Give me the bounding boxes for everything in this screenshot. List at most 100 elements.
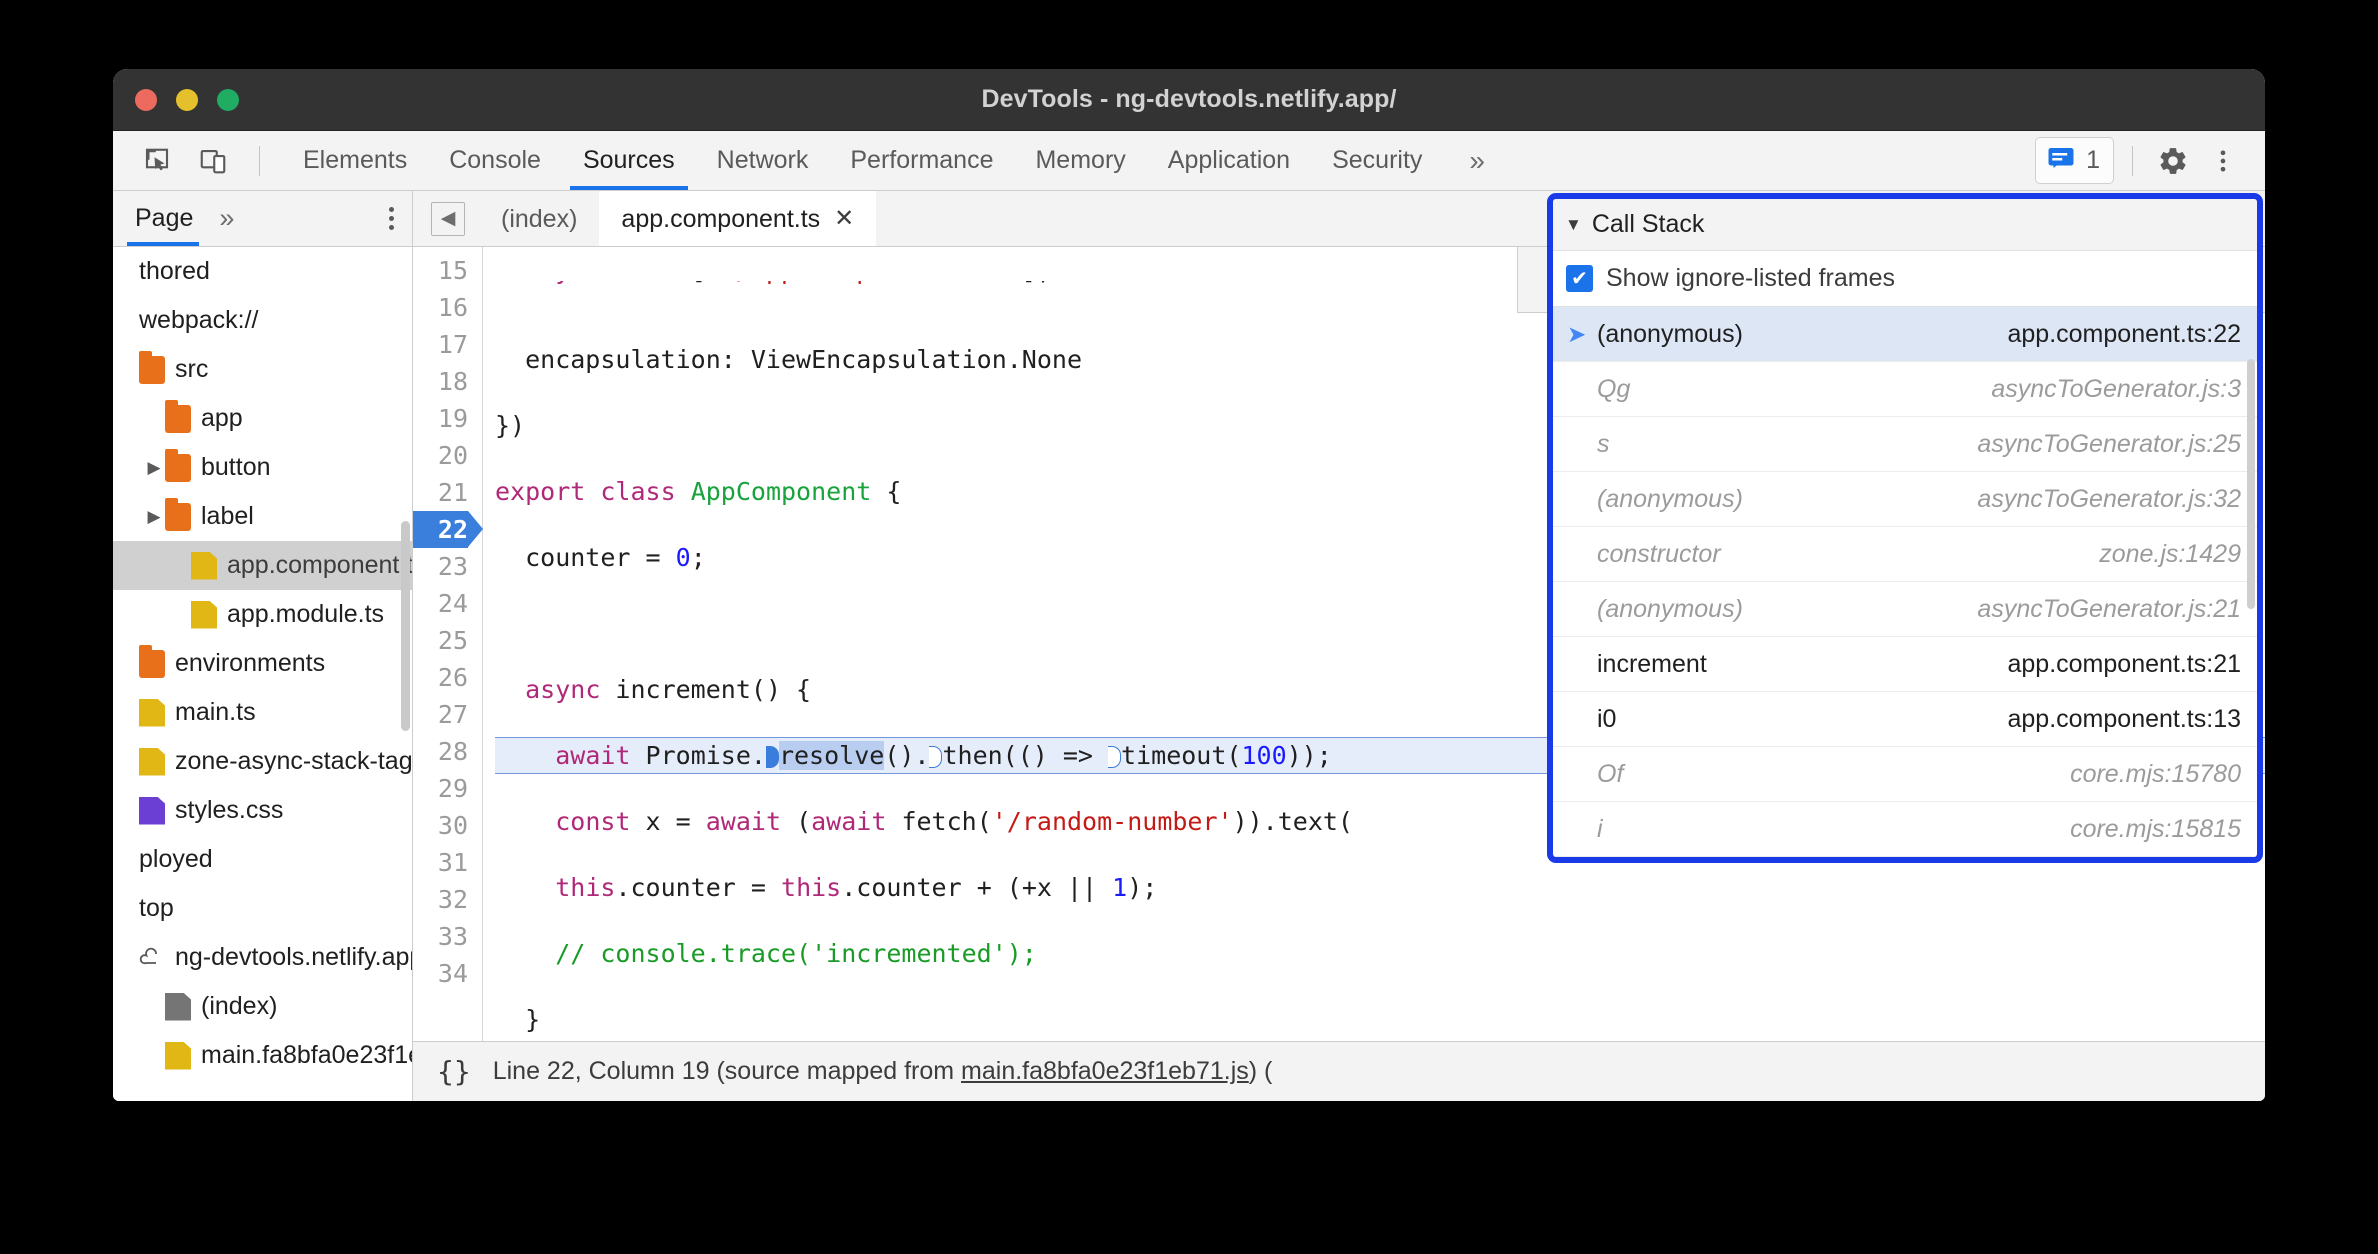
nav-tab-page[interactable]: Page xyxy=(113,191,207,246)
expand-arrow-icon[interactable]: ▶ xyxy=(143,458,165,478)
tree-item[interactable]: environments xyxy=(113,639,412,688)
line-number[interactable]: 25 xyxy=(413,622,468,659)
line-number[interactable]: 16 xyxy=(413,289,468,326)
folder-icon xyxy=(139,350,165,384)
editor-tab-app-component[interactable]: app.component.ts ✕ xyxy=(599,191,877,246)
chevron-down-icon[interactable]: ▼ xyxy=(1565,215,1582,235)
minimize-window-button[interactable] xyxy=(176,88,198,111)
more-tabs-icon[interactable]: » xyxy=(1443,131,1508,190)
call-stack-frame[interactable]: (anonymous) asyncToGenerator.js:32 xyxy=(1553,472,2257,527)
show-ignore-listed-frames-checkbox[interactable]: ✔ xyxy=(1566,265,1593,292)
expand-arrow-icon[interactable]: ▶ xyxy=(143,507,165,527)
line-number-gutter[interactable]: 15 16 17 18 19 20 21 22 23 24 25 26 27 28 29 30 31 32 33 34 xyxy=(413,247,483,1041)
show-ignore-listed-frames-row[interactable]: ✔ Show ignore-listed frames xyxy=(1553,251,2257,307)
close-window-button[interactable] xyxy=(135,88,157,111)
devtools-toolbar-icons xyxy=(113,131,282,190)
line-number[interactable]: 17 xyxy=(413,326,468,363)
tree-item[interactable]: ployed xyxy=(113,835,412,884)
devtools-window: DevTools - ng-devtools.netlify.app/ Elem… xyxy=(113,69,2265,1101)
call-stack-frame[interactable]: constructor zone.js:1429 xyxy=(1553,527,2257,582)
tab-security[interactable]: Security xyxy=(1311,131,1443,190)
code-line-25: // console.trace('incremented'); xyxy=(555,939,1037,968)
call-stack-frame-list[interactable]: ➤ (anonymous) app.component.ts:22 Qg asyncTo… xyxy=(1553,307,2257,863)
call-stack-scrollbar[interactable] xyxy=(2247,359,2255,609)
tree-item[interactable]: main.ts xyxy=(113,688,412,737)
call-stack-frame-location: asyncToGenerator.js:25 xyxy=(1977,429,2241,458)
tree-item[interactable]: app.component.ts xyxy=(113,541,412,590)
line-number-current[interactable]: 22 xyxy=(413,511,483,548)
tree-item[interactable]: styles.css xyxy=(113,786,412,835)
console-messages-button[interactable]: 1 xyxy=(2035,137,2114,184)
tree-item[interactable]: thored xyxy=(113,247,412,296)
folder-icon xyxy=(165,399,191,433)
line-number[interactable]: 27 xyxy=(413,696,468,733)
tab-performance[interactable]: Performance xyxy=(829,131,1014,190)
line-number[interactable]: 20 xyxy=(413,437,468,474)
tree-item[interactable]: (index) xyxy=(113,982,412,1031)
line-number[interactable]: 15 xyxy=(413,252,468,289)
pretty-print-icon[interactable]: {} xyxy=(437,1055,471,1088)
tree-item[interactable]: zone-async-stack-tag xyxy=(113,737,412,786)
scroll-tabs-left-icon[interactable]: ◀ xyxy=(431,201,465,236)
line-number[interactable]: 26 xyxy=(413,659,468,696)
maximize-window-button[interactable] xyxy=(217,88,239,111)
navigator-more-tabs-icon[interactable]: » xyxy=(207,203,243,234)
tree-item-label: ng-devtools.netlify.app xyxy=(175,943,412,971)
line-number[interactable]: 33 xyxy=(413,918,468,955)
call-stack-frame[interactable]: increment app.component.ts:21 xyxy=(1553,637,2257,692)
tab-sources[interactable]: Sources xyxy=(562,131,696,190)
call-stack-frame-name: i0 xyxy=(1597,704,1617,733)
call-stack-frame[interactable]: Qg asyncToGenerator.js:3 xyxy=(1553,362,2257,417)
line-number[interactable]: 24 xyxy=(413,585,468,622)
editor-tab-index[interactable]: (index) xyxy=(479,191,599,246)
call-stack-frame[interactable]: (anonymous) asyncToGenerator.js:21 xyxy=(1553,582,2257,637)
line-number[interactable]: 28 xyxy=(413,733,468,770)
call-stack-frame[interactable]: ➤ (anonymous) app.component.ts:22 xyxy=(1553,307,2257,362)
console-message-count: 1 xyxy=(2086,146,2100,174)
tab-network[interactable]: Network xyxy=(696,131,830,190)
tree-item[interactable]: app.module.ts xyxy=(113,590,412,639)
tree-item[interactable]: main.fa8bfa0e23f1eb xyxy=(113,1031,412,1080)
tree-item[interactable]: src xyxy=(113,345,412,394)
call-stack-frame[interactable]: Of core.mjs:15780 xyxy=(1553,747,2257,802)
line-number[interactable]: 29 xyxy=(413,770,468,807)
tab-console[interactable]: Console xyxy=(428,131,562,190)
call-stack-frame-name: (anonymous) xyxy=(1597,319,1743,348)
file-icon xyxy=(139,698,165,727)
tree-item[interactable]: app xyxy=(113,394,412,443)
call-stack-header[interactable]: ▼ Call Stack xyxy=(1553,199,2257,251)
call-stack-frame-location: app.component.ts:13 xyxy=(2007,704,2242,733)
tab-memory[interactable]: Memory xyxy=(1014,131,1146,190)
close-tab-icon[interactable]: ✕ xyxy=(834,192,854,246)
tree-item[interactable]: ng-devtools.netlify.app xyxy=(113,933,412,982)
line-number[interactable]: 21 xyxy=(413,474,468,511)
tab-elements[interactable]: Elements xyxy=(282,131,428,190)
call-stack-frame[interactable]: i0 app.component.ts:13 xyxy=(1553,692,2257,747)
call-stack-frame-name: i xyxy=(1597,814,1603,843)
line-number[interactable]: 32 xyxy=(413,881,468,918)
navigator-scrollbar[interactable] xyxy=(401,521,410,731)
tree-item[interactable]: webpack:// xyxy=(113,296,412,345)
line-number[interactable]: 19 xyxy=(413,400,468,437)
gear-icon[interactable] xyxy=(2151,139,2195,183)
line-number[interactable]: 30 xyxy=(413,807,468,844)
tree-item[interactable]: ▶ label xyxy=(113,492,412,541)
device-toolbar-icon[interactable] xyxy=(191,139,235,183)
file-icon xyxy=(165,1041,191,1070)
file-tree[interactable]: thored webpack:// src app ▶ button ▶ label app.c… xyxy=(113,247,412,1101)
line-number[interactable]: 18 xyxy=(413,363,468,400)
tree-item-label: top xyxy=(139,894,174,922)
inspect-element-icon[interactable] xyxy=(135,139,179,183)
tree-item[interactable]: top xyxy=(113,884,412,933)
tab-application[interactable]: Application xyxy=(1147,131,1311,190)
line-number[interactable]: 31 xyxy=(413,844,468,881)
navigator-more-options-icon[interactable] xyxy=(371,207,412,230)
call-stack-frame[interactable]: i core.mjs:15815 xyxy=(1553,802,2257,857)
tree-item[interactable]: ▶ button xyxy=(113,443,412,492)
line-number[interactable]: 34 xyxy=(413,955,468,992)
line-number[interactable]: 23 xyxy=(413,548,468,585)
call-stack-frame[interactable]: s asyncToGenerator.js:25 xyxy=(1553,417,2257,472)
source-map-link[interactable]: main.fa8bfa0e23f1eb71.js xyxy=(961,1057,1249,1085)
call-stack-frame[interactable]: nextSubscriber.js:91 xyxy=(1553,857,2257,863)
more-options-icon[interactable] xyxy=(2201,139,2245,183)
